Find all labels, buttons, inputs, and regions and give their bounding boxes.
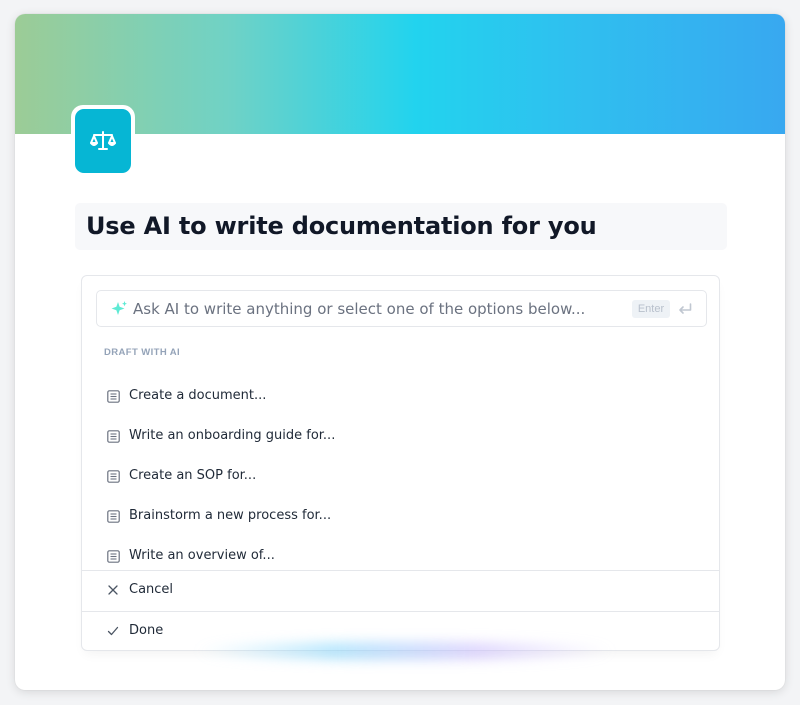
option-create-sop[interactable]: Create an SOP for... — [82, 458, 719, 496]
document-list-icon — [107, 550, 120, 563]
cancel-button[interactable]: Cancel — [82, 571, 719, 610]
option-onboarding-guide[interactable]: Write an onboarding guide for... — [82, 418, 719, 456]
document-list-icon — [107, 510, 120, 523]
scales-icon — [90, 131, 116, 150]
close-icon — [108, 585, 118, 595]
enter-key-badge: Enter — [632, 300, 670, 318]
option-label: Create an SOP for... — [129, 468, 257, 483]
page-title[interactable]: Use AI to write documentation for you — [75, 203, 727, 250]
ai-prompt-input[interactable] — [133, 291, 623, 326]
page-icon-button[interactable] — [75, 109, 131, 173]
panel-glow — [195, 642, 615, 660]
done-label: Done — [129, 623, 164, 638]
sparkle-icon — [111, 301, 127, 315]
editor-card: Use AI to write documentation for you En… — [15, 14, 785, 690]
document-list-icon — [107, 470, 120, 483]
option-label: Brainstorm a new process for... — [129, 508, 332, 523]
option-create-document[interactable]: Create a document... — [82, 378, 719, 416]
option-label: Write an overview of... — [129, 548, 275, 563]
option-label: Create a document... — [129, 388, 267, 403]
option-label: Write an onboarding guide for... — [129, 428, 336, 443]
page-icon-frame — [71, 105, 135, 177]
cancel-label: Cancel — [129, 582, 174, 597]
document-list-icon — [107, 430, 120, 443]
section-label-draft-with-ai: DRAFT WITH AI — [104, 347, 181, 358]
option-brainstorm-process[interactable]: Brainstorm a new process for... — [82, 498, 719, 536]
check-icon — [107, 626, 119, 636]
ai-prompt-box[interactable]: Enter — [96, 290, 707, 327]
document-list-icon — [107, 390, 120, 403]
ai-assistant-panel: Enter DRAFT WITH AI Create a document... — [81, 275, 720, 651]
enter-return-icon[interactable] — [677, 301, 693, 317]
